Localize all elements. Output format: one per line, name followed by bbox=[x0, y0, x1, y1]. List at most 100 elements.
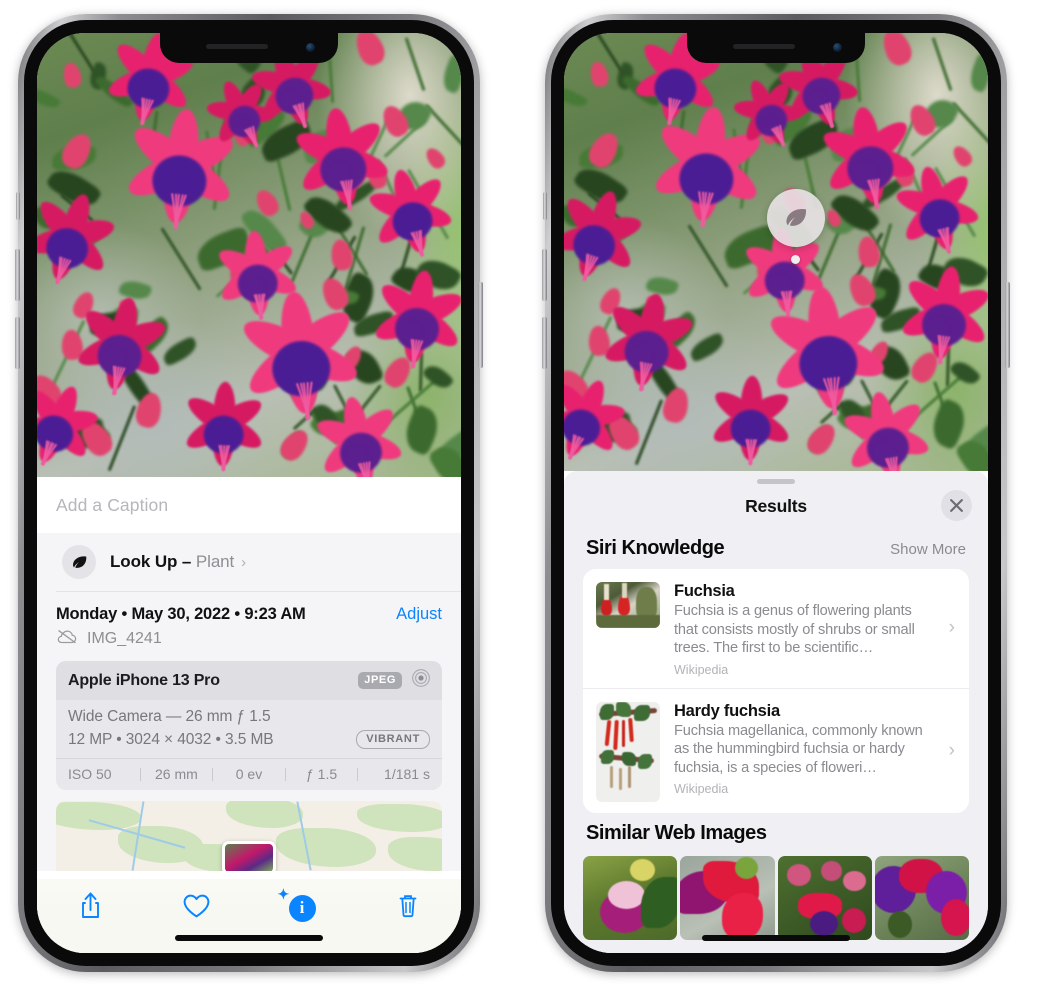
exif-card[interactable]: Apple iPhone 13 Pro JPEG Wide Camera — 2… bbox=[56, 661, 442, 790]
result-source: Wikipedia bbox=[674, 782, 729, 797]
show-more-button[interactable]: Show More bbox=[890, 541, 966, 558]
photo-fuchsia[interactable] bbox=[564, 33, 988, 471]
image-size-info: 12 MP • 3024 × 4032 • 3.5 MB bbox=[68, 730, 274, 748]
lookup-title: Look Up bbox=[110, 552, 178, 571]
result-description: Fuchsia magellanica, commonly known as t… bbox=[674, 722, 923, 776]
lookup-dash: – bbox=[181, 552, 192, 571]
result-title: Hardy fuchsia bbox=[674, 701, 780, 720]
exif-aperture: ƒ 1.5 bbox=[306, 766, 338, 782]
info-letter: i bbox=[299, 898, 305, 917]
camera-device: Apple iPhone 13 Pro bbox=[68, 671, 220, 689]
similar-web-images-title: Similar Web Images bbox=[586, 821, 767, 844]
photo-filename: IMG_4241 bbox=[87, 630, 162, 647]
result-body: Hardy fuchsia Fuchsia magellanica, commo… bbox=[674, 702, 956, 797]
home-indicator[interactable] bbox=[702, 935, 850, 941]
map-photo-pin bbox=[222, 841, 276, 871]
lookup-label: Look Up – Plant bbox=[110, 552, 234, 572]
delete-button[interactable] bbox=[355, 892, 461, 941]
chevron-right-icon: › bbox=[948, 617, 955, 639]
exif-focal: 26 mm bbox=[154, 766, 198, 782]
volume-up-button[interactable] bbox=[542, 249, 547, 301]
web-image-thumbnail[interactable] bbox=[583, 855, 678, 940]
siri-knowledge-card: Fuchsia Fuchsia is a genus of flowering … bbox=[583, 569, 969, 813]
result-source: Wikipedia bbox=[674, 662, 729, 677]
web-image-thumbnail[interactable] bbox=[680, 855, 775, 940]
chevron-right-icon: › bbox=[241, 553, 247, 571]
photo-info-sheet: Add a Caption ✦ ✦ Look Up – bbox=[37, 477, 461, 953]
phone-left: Add a Caption ✦ ✦ Look Up – bbox=[15, 14, 483, 972]
phone-screen-right: Results Siri Knowledge Show More Fuchsia… bbox=[564, 33, 988, 953]
notch bbox=[687, 33, 865, 63]
similar-web-images-strip[interactable] bbox=[564, 855, 988, 940]
photo-fuchsia[interactable] bbox=[37, 33, 461, 477]
share-button[interactable] bbox=[37, 891, 143, 942]
close-button[interactable] bbox=[941, 490, 972, 521]
trash-icon bbox=[396, 892, 420, 925]
home-indicator[interactable] bbox=[175, 935, 323, 941]
leaf-icon bbox=[786, 208, 807, 226]
lookup-section: ✦ ✦ Look Up – Plant › bbox=[37, 533, 461, 871]
result-thumbnail bbox=[596, 582, 660, 628]
results-sheet: Results Siri Knowledge Show More Fuchsia… bbox=[564, 471, 988, 953]
photo-toolbar: ✦ i bbox=[37, 879, 461, 953]
web-image-thumbnail[interactable] bbox=[874, 855, 969, 940]
info-button[interactable]: ✦ i bbox=[249, 888, 355, 938]
heart-icon bbox=[182, 893, 211, 924]
exif-shutter: 1/181 s bbox=[384, 766, 430, 782]
photographic-style-badge: VIBRANT bbox=[356, 730, 430, 749]
front-camera bbox=[306, 43, 315, 52]
volume-up-button[interactable] bbox=[15, 249, 20, 301]
list-item[interactable]: Fuchsia Fuchsia is a genus of flowering … bbox=[583, 569, 969, 688]
exif-settings-row: ISO 50 26 mm 0 ev ƒ 1.5 1/181 s bbox=[56, 758, 442, 790]
result-title: Fuchsia bbox=[674, 582, 735, 600]
earpiece-speaker bbox=[206, 44, 268, 49]
metadata-date-row: Monday • May 30, 2022 • 9:23 AM Adjust bbox=[56, 605, 442, 624]
exif-body: Wide Camera — 26 mm ƒ 1.5 12 MP • 3024 ×… bbox=[56, 700, 442, 758]
format-badge: JPEG bbox=[358, 672, 402, 689]
notch bbox=[160, 33, 338, 63]
power-button[interactable] bbox=[478, 282, 483, 368]
visual-lookup-marker[interactable] bbox=[767, 189, 825, 247]
exif-header: Apple iPhone 13 Pro JPEG bbox=[56, 661, 442, 700]
close-icon bbox=[950, 499, 963, 512]
siri-knowledge-header: Siri Knowledge Show More bbox=[564, 528, 988, 569]
comparison-screenshot: Add a Caption ✦ ✦ Look Up – bbox=[0, 0, 1055, 985]
favorite-button[interactable] bbox=[143, 893, 249, 940]
siri-knowledge-title: Siri Knowledge bbox=[586, 537, 725, 559]
front-camera bbox=[833, 43, 842, 52]
results-header: Results bbox=[564, 484, 988, 528]
mute-switch[interactable] bbox=[543, 192, 547, 220]
photo-metadata: Monday • May 30, 2022 • 9:23 AM Adjust I… bbox=[37, 592, 461, 661]
cloud-slash-icon bbox=[56, 629, 78, 649]
results-title: Results bbox=[745, 495, 807, 516]
info-icon: ✦ i bbox=[278, 888, 316, 922]
mute-switch[interactable] bbox=[16, 192, 20, 220]
power-button[interactable] bbox=[1005, 282, 1010, 368]
chevron-right-icon: › bbox=[948, 739, 955, 761]
adjust-button[interactable]: Adjust bbox=[396, 605, 442, 624]
volume-down-button[interactable] bbox=[15, 317, 20, 369]
exif-iso: ISO 50 bbox=[68, 766, 112, 782]
location-map[interactable] bbox=[56, 801, 442, 871]
share-icon bbox=[78, 891, 103, 926]
sparkle-icon: ✦ bbox=[277, 887, 290, 903]
leaf-icon bbox=[62, 545, 96, 579]
photo-date: Monday • May 30, 2022 • 9:23 AM bbox=[56, 605, 306, 623]
exif-exposure: 0 ev bbox=[235, 766, 263, 782]
web-image-thumbnail[interactable] bbox=[777, 855, 872, 940]
similar-web-images-header: Similar Web Images bbox=[564, 813, 988, 854]
lens-info: Wide Camera — 26 mm ƒ 1.5 bbox=[68, 708, 271, 725]
exif-badges: JPEG bbox=[358, 668, 431, 693]
result-description: Fuchsia is a genus of flowering plants t… bbox=[674, 603, 915, 657]
lookup-subject: Plant bbox=[195, 552, 235, 571]
result-body: Fuchsia Fuchsia is a genus of flowering … bbox=[674, 582, 956, 677]
size-info-row: 12 MP • 3024 × 4032 • 3.5 MB VIBRANT bbox=[68, 730, 430, 749]
result-thumbnail bbox=[596, 701, 660, 802]
volume-down-button[interactable] bbox=[542, 317, 547, 369]
list-item[interactable]: Hardy fuchsia Fuchsia magellanica, commo… bbox=[583, 687, 969, 813]
metadata-file-row: IMG_4241 bbox=[56, 629, 442, 661]
lookup-row[interactable]: ✦ ✦ Look Up – Plant › bbox=[37, 533, 461, 591]
phone-right: Results Siri Knowledge Show More Fuchsia… bbox=[542, 14, 1010, 972]
caption-input[interactable]: Add a Caption bbox=[37, 477, 461, 533]
earpiece-speaker bbox=[733, 44, 795, 49]
